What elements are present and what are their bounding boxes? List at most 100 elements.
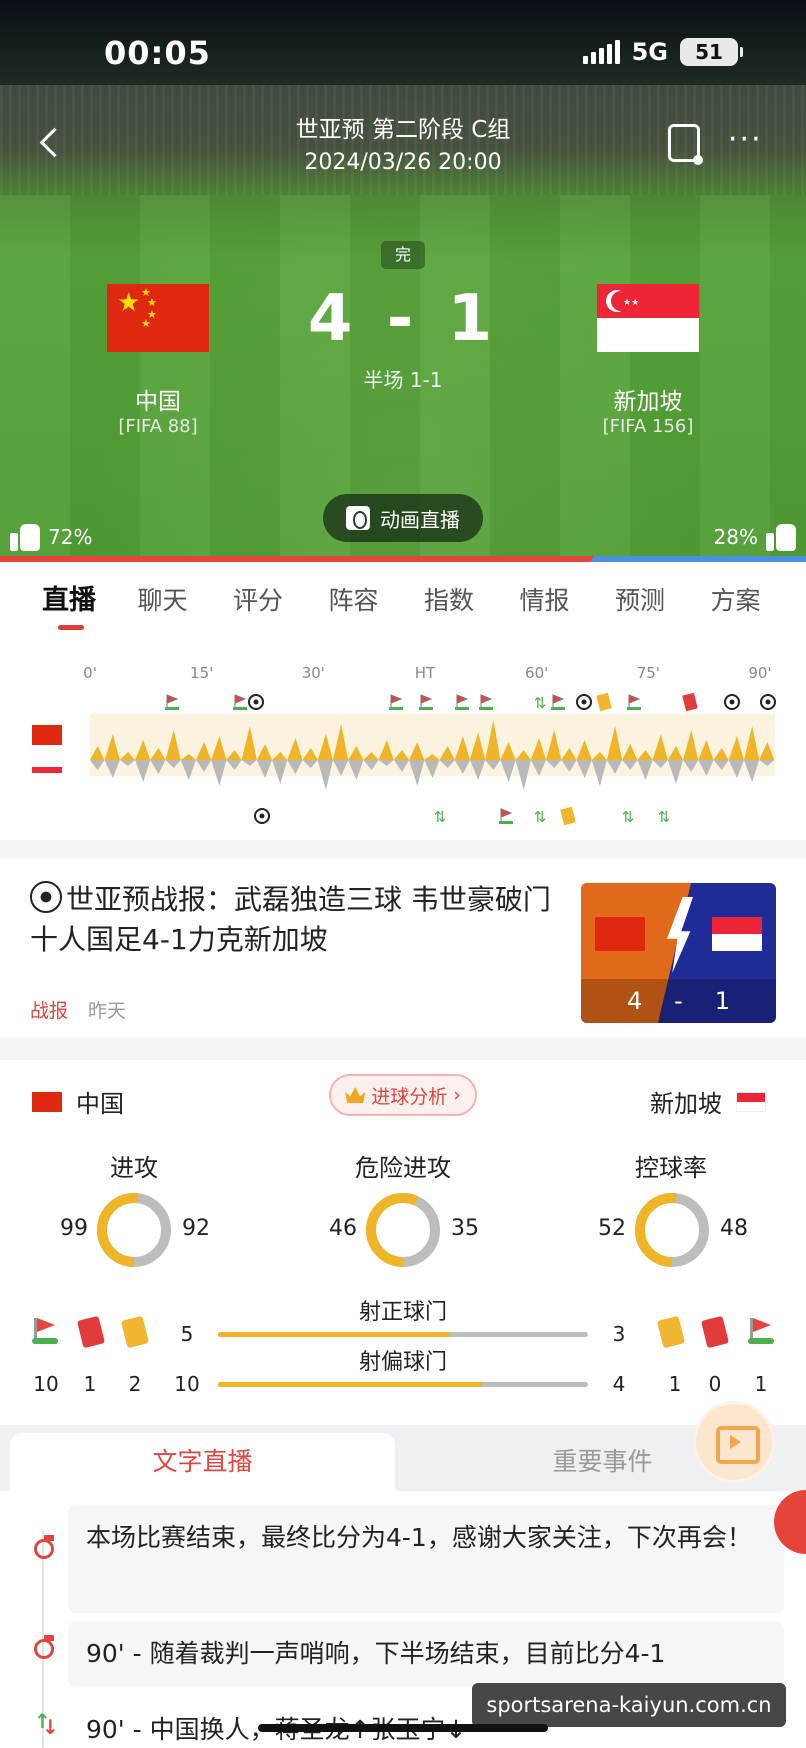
stats-away-name: 新加坡	[650, 1090, 722, 1118]
goal-analysis-button[interactable]: 进球分析 ›	[329, 1074, 477, 1116]
timeline-tick-label: 30'	[302, 664, 325, 682]
tab-lineup[interactable]: 阵容	[329, 562, 425, 640]
animation-live-label: 动画直播	[380, 507, 460, 532]
final-score: 4 - 1	[307, 282, 499, 356]
momentum-chart: 0' 15' 30' HT 60' 75' 90' ⇅ ⇅ ⇅ ⇅ ⇅	[32, 664, 776, 826]
animation-live-button[interactable]: 动画直播	[323, 494, 483, 542]
goal-icon-dot	[259, 813, 265, 819]
match-tabs: 直播 聊天 评分 阵容 指数 情报 预测 方案	[0, 562, 806, 640]
away-vote[interactable]: 28%	[714, 522, 796, 552]
away-vote-percent: 28%	[713, 525, 758, 549]
signal-icon	[582, 40, 620, 64]
tab-text-live[interactable]: 文字直播	[10, 1433, 395, 1491]
match-status-badge: 完	[381, 241, 425, 269]
news-tag: 战报	[30, 1000, 69, 1022]
corner-flag-icon	[552, 694, 565, 709]
tab-intel[interactable]: 情报	[520, 562, 616, 640]
match-stats: 中国 进球分析 › 新加坡 进攻 99 92 危险进攻 46 35 控球率 52…	[0, 1060, 806, 1425]
substitution-icon: ⇅	[434, 808, 447, 826]
tab-rating[interactable]: 评分	[233, 562, 329, 640]
screen-cast-icon[interactable]	[668, 124, 703, 165]
shots-off-target-home-fill	[218, 1382, 483, 1387]
status-time: 00:05	[104, 34, 211, 72]
video-play-icon[interactable]	[696, 1404, 772, 1480]
red-card-icon	[682, 692, 698, 712]
corner-grass-icon	[389, 707, 403, 710]
goal-icon-dot	[765, 699, 771, 705]
timeline-tick-label: HT	[415, 664, 436, 682]
dangerous-attack-away-value: 35	[451, 1216, 479, 1241]
thumbs-up-icon	[766, 522, 796, 552]
thumb-score-sep: -	[674, 987, 683, 1015]
news-title-text: 世亚预战报：武磊独造三球 韦世豪破门 十人国足4-1力克新加坡	[30, 883, 551, 956]
timeline-tick-label: 75'	[637, 664, 660, 682]
tab-plans[interactable]: 方案	[711, 562, 806, 640]
corner-flag-icon	[480, 694, 493, 709]
corner-grass-icon	[479, 707, 493, 710]
shots-on-target-home-fill	[218, 1332, 450, 1337]
singapore-flag	[736, 1091, 766, 1112]
tab-live[interactable]: 直播	[42, 562, 138, 640]
possession-away-value: 48	[720, 1216, 748, 1241]
stats-home-team: 中国	[32, 1084, 124, 1119]
whistle-icon	[30, 1531, 56, 1559]
china-flag	[595, 917, 645, 951]
chevron-right-icon: ›	[453, 1084, 461, 1106]
corner-grass-icon	[419, 707, 433, 710]
corner-flag-icon	[628, 694, 641, 709]
attack-label: 进攻	[110, 1154, 158, 1182]
commentary-tabs: 文字直播 重要事件	[0, 1425, 806, 1491]
corner-flag-icon	[234, 694, 247, 709]
more-icon[interactable]: ···	[728, 125, 763, 155]
corner-grass-icon	[627, 707, 641, 710]
tab-prediction[interactable]: 预测	[615, 562, 711, 640]
home-vote[interactable]: 72%	[10, 522, 92, 552]
timeline-tick-label: 60'	[525, 664, 548, 682]
possession-label: 控球率	[635, 1154, 707, 1182]
match-header: 00:05 5G 51 世亚预 第二阶段 C组 2024/03/26 20:00…	[0, 0, 806, 560]
dangerous-attack-home-value: 46	[329, 1216, 357, 1241]
corner-grass-icon	[233, 707, 247, 710]
thumbs-up-icon	[10, 522, 40, 552]
substitution-icon: ⇅	[658, 808, 671, 826]
shots-off-target-home: 10	[174, 1372, 200, 1396]
news-title[interactable]: 世亚预战报：武磊独造三球 韦世豪破门 十人国足4-1力克新加坡	[30, 880, 560, 960]
shots-on-target-home: 5	[180, 1322, 194, 1346]
watermark: sportsarena-kaiyun.com.cn	[472, 1683, 786, 1727]
commentary-item: 90' - 随着裁判一声哨响，下半场结束，目前比分4-1	[68, 1621, 784, 1687]
stats-home-name: 中国	[76, 1090, 124, 1118]
substitution-icon	[34, 1709, 59, 1739]
goal-icon-dot	[729, 699, 735, 705]
home-flag-small	[32, 725, 62, 745]
match-momentum-timeline: 0' 15' 30' HT 60' 75' 90' ⇅ ⇅ ⇅ ⇅ ⇅	[0, 640, 806, 840]
crown-icon	[345, 1087, 366, 1103]
away-team-fifa-rank: [FIFA 156]	[602, 416, 694, 437]
home-indicator	[258, 1724, 548, 1732]
goal-analysis-label: 进球分析	[371, 1085, 448, 1108]
tab-chat[interactable]: 聊天	[138, 562, 234, 640]
news-thumbnail[interactable]: 4 - 1	[581, 883, 776, 1023]
away-team-name[interactable]: 新加坡	[548, 382, 748, 416]
goal-icon-dot	[581, 699, 587, 705]
home-team-name[interactable]: 中国	[58, 382, 258, 416]
home-team-fifa-rank: [FIFA 88]	[118, 416, 198, 437]
corner-flag-icon	[166, 694, 179, 709]
possession-donut	[635, 1193, 709, 1267]
corner-grass-icon	[551, 707, 565, 710]
shots-off-target-label: 射偏球门	[358, 1350, 447, 1375]
tab-odds[interactable]: 指数	[424, 562, 520, 640]
commentary-item: 本场比赛结束，最终比分为4-1，感谢大家关注，下次再会！	[68, 1505, 784, 1613]
timeline-tick-label: 90'	[748, 664, 771, 682]
substitution-icon: ⇅	[534, 808, 547, 826]
dangerous-attack-donut	[366, 1193, 440, 1267]
news-card[interactable]: 世亚预战报：武磊独造三球 韦世豪破门 十人国足4-1力克新加坡 战报 昨天 4 …	[0, 858, 806, 1038]
yellow-card-icon	[560, 806, 576, 826]
yellow-card-icon	[596, 692, 612, 712]
thumb-away-score: 1	[714, 987, 731, 1015]
network-type: 5G	[631, 38, 668, 66]
dangerous-attack-label: 危险进攻	[355, 1154, 451, 1182]
substitution-icon: ⇅	[622, 808, 635, 826]
timeline-tick-label: 0'	[83, 664, 97, 682]
timeline-tick-label: 15'	[190, 664, 213, 682]
shots-off-target-away: 4	[612, 1372, 626, 1396]
